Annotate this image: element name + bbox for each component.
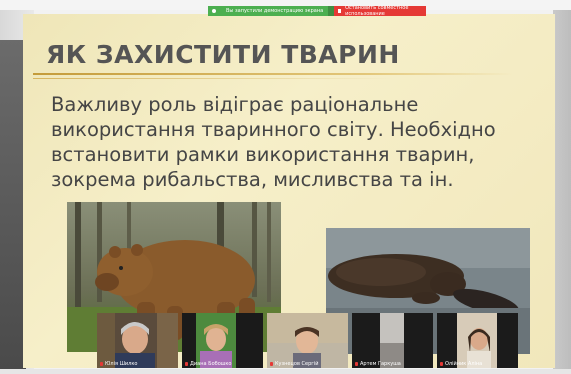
- participant-name: Кузнецов Сергій: [270, 361, 319, 367]
- slide-body-line: використання тваринного світу. Необхідно: [51, 118, 496, 141]
- screen-share-banner: Вы запустили демонстрацию экрана Останов…: [208, 5, 426, 17]
- participant-video: [437, 313, 518, 368]
- participant-name: Диана Бобошко: [185, 361, 231, 367]
- participant-tile[interactable]: Артем Гаркуша: [352, 313, 433, 368]
- share-status: Вы запустили демонстрацию экрана: [208, 6, 328, 16]
- participant-tile[interactable]: Олійник Аліна: [437, 313, 518, 368]
- participant-video: [352, 313, 433, 368]
- participant-name: Артем Гаркуша: [355, 361, 401, 367]
- participant-tile[interactable]: Юлія Шилко: [97, 313, 178, 368]
- title-underline-secondary: [33, 78, 393, 79]
- mic-muted-icon: [440, 362, 443, 366]
- background-right: [553, 10, 571, 374]
- mic-muted-icon: [355, 362, 358, 366]
- slide-body-line: зокрема рибальства, мисливства та ін.: [51, 168, 454, 191]
- stop-share-button[interactable]: Остановить совместное использование: [334, 5, 426, 17]
- stop-icon: [338, 9, 342, 13]
- participant-video-strip: Юлія Шилко Диана Бобошко Кузнецов Сергій…: [97, 313, 520, 368]
- participant-video: [97, 313, 178, 368]
- window-bottom-strip: [0, 369, 571, 374]
- participant-video: [267, 313, 348, 368]
- slide-body-text: Важливу роль відіграє раціональне викори…: [51, 92, 551, 192]
- mic-muted-icon: [100, 362, 103, 366]
- mic-muted-icon: [270, 362, 273, 366]
- slide-body-line: встановити рамки використання тварин,: [51, 143, 475, 166]
- mic-muted-icon: [185, 362, 188, 366]
- slide-title: ЯК ЗАХИСТИТИ ТВАРИН: [46, 40, 400, 69]
- participant-name: Олійник Аліна: [440, 361, 482, 367]
- title-underline: [33, 73, 513, 75]
- participant-video: [182, 313, 263, 368]
- participant-name: Юлія Шилко: [100, 361, 137, 367]
- participant-tile[interactable]: Диана Бобошко: [182, 313, 263, 368]
- stop-share-label: Остановить совместное использование: [345, 5, 409, 17]
- share-status-text: Вы запустили демонстрацию экрана: [226, 8, 324, 14]
- share-status-icon: [212, 9, 216, 13]
- participant-tile[interactable]: Кузнецов Сергій: [267, 313, 348, 368]
- slide-body-line: Важливу роль відіграє раціональне: [51, 93, 419, 116]
